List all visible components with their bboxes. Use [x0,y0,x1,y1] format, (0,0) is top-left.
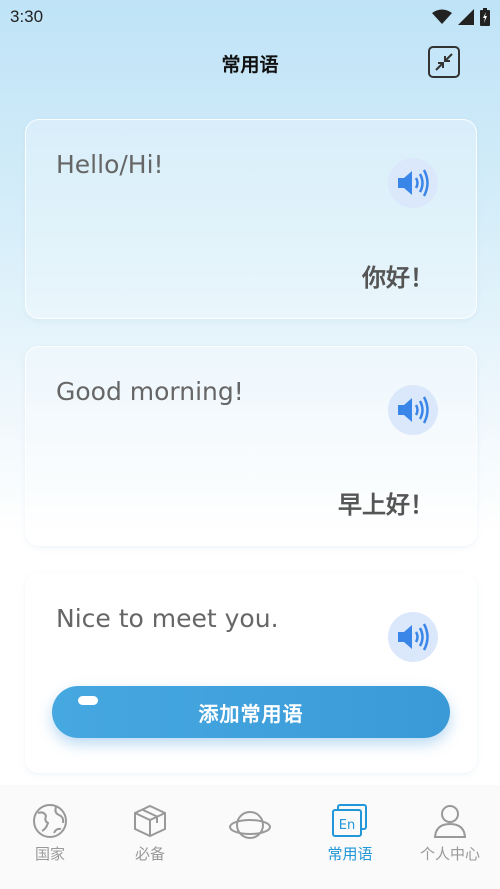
svg-text:En: En [339,818,355,833]
collapse-button[interactable] [428,46,460,78]
tab-label: 必备 [134,845,165,863]
phrase-english: Good morning! [56,377,244,406]
status-bar: 3:30 [0,0,500,34]
wifi-icon [432,9,452,24]
status-time: 3:30 [10,7,44,26]
person-icon [433,805,467,838]
phrase-english: Nice to meet you. [56,604,279,633]
header: 常用语 [0,40,500,86]
speaker-icon [398,623,429,651]
tab-essentials[interactable]: 必备 [100,785,200,889]
speaker-icon [398,396,429,424]
bottom-tab-bar: 国家 必备 En 常用语 个人中心 [0,785,500,889]
status-icons [432,8,490,26]
box-icon [134,804,166,838]
tab-countries[interactable]: 国家 [0,785,100,889]
phrase-chinese: 早上好！ [338,491,434,519]
tab-label: 常用语 [327,845,373,863]
speaker-icon [398,169,429,197]
speaker-button[interactable] [388,385,438,435]
collapse-arrows-icon [435,53,453,71]
tab-profile[interactable]: 个人中心 [400,785,500,889]
signal-icon [458,9,474,25]
en-phrase-icon: En [332,804,367,837]
tab-explore[interactable] [200,785,300,889]
tab-phrases[interactable]: En 常用语 [300,785,400,889]
speaker-button[interactable] [388,158,438,208]
phrase-card: Hello/Hi! 你好！ [25,119,477,319]
add-phrase-button[interactable]: 添加常用语 [52,686,450,738]
phrase-english: Hello/Hi! [56,150,164,179]
planet-icon [229,811,271,839]
phrase-chinese: 你好！ [362,264,434,292]
phrase-card: Nice to meet you. [25,573,477,773]
phrase-card: Good morning! 早上好！ [25,346,477,546]
battery-icon [480,8,490,26]
page-title: 常用语 [221,53,279,76]
tab-label: 国家 [34,845,65,863]
speaker-button[interactable] [388,612,438,662]
button-shine [78,696,98,705]
add-phrase-label: 添加常用语 [198,703,304,726]
tab-label: 个人中心 [419,845,480,863]
globe-icon [33,804,67,838]
